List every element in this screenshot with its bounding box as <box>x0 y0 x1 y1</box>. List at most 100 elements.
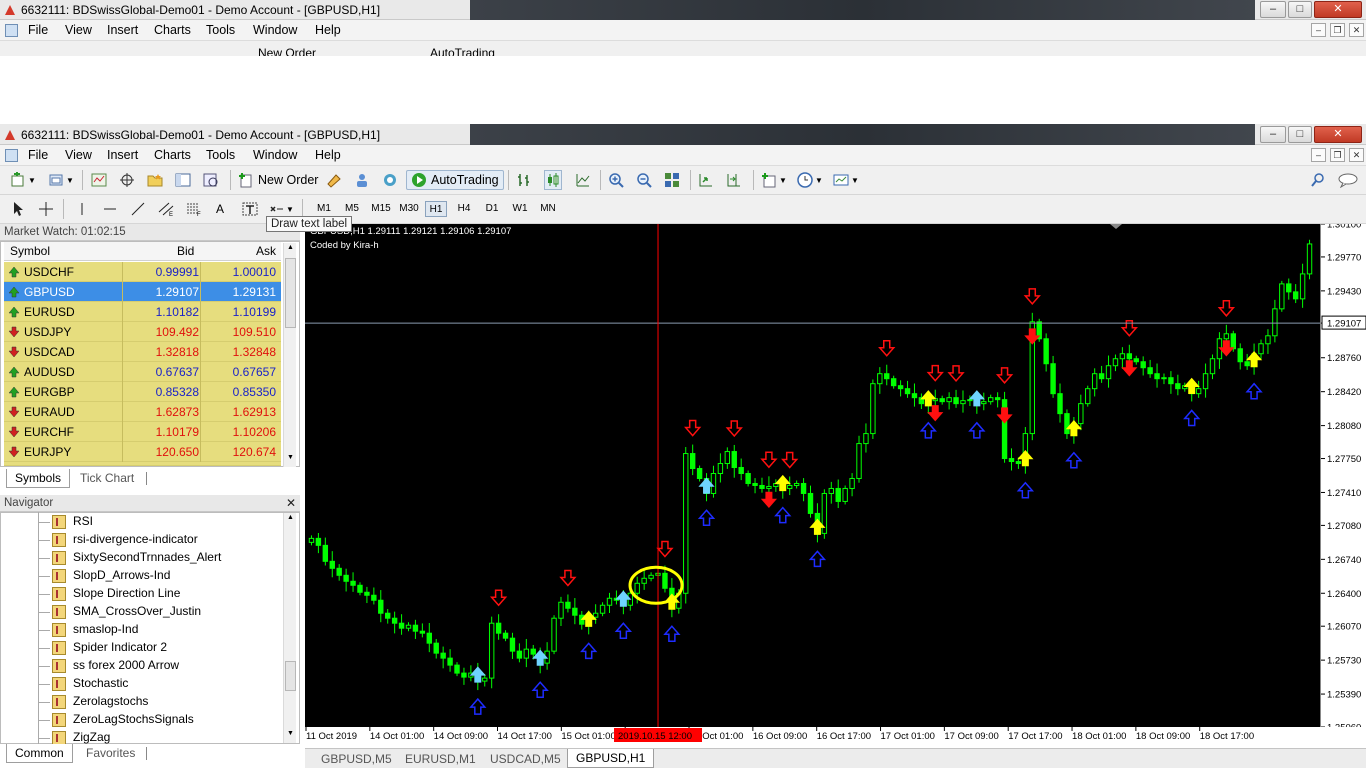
market-watch-scrollbar[interactable]: ▲ ▼ <box>283 243 296 467</box>
navigator-button[interactable] <box>147 170 163 190</box>
menu-insert[interactable]: Insert <box>107 23 138 37</box>
search-button[interactable] <box>1310 170 1326 190</box>
chart-shift-marker[interactable] <box>1110 224 1122 229</box>
timeframe-mn[interactable]: MN <box>537 201 559 217</box>
mdi-minimize-button[interactable]: – <box>1311 23 1326 37</box>
auto-trading-button[interactable]: AutoTrading <box>406 170 504 190</box>
market-row-eurchf[interactable]: EURCHF 1.10179 1.10206 <box>4 422 281 442</box>
tab-favorites[interactable]: Favorites <box>78 744 143 763</box>
scroll-up-arrow[interactable]: ▲ <box>285 244 296 256</box>
market-row-eurjpy[interactable]: EURJPY 120.650 120.674 <box>4 442 281 462</box>
market-row-audusd[interactable]: AUDUSD 0.67637 0.67657 <box>4 362 281 382</box>
menu-window[interactable]: Window <box>253 148 297 162</box>
navigator-close-icon[interactable]: ✕ <box>286 496 296 510</box>
menu-tools[interactable]: Tools <box>206 23 235 37</box>
timeframe-m5[interactable]: M5 <box>341 201 363 217</box>
tab-common[interactable]: Common <box>6 744 73 763</box>
data-window-button[interactable] <box>119 170 135 190</box>
chart-tab-gbpusd-h1[interactable]: GBPUSD,H1 <box>567 749 655 768</box>
menu-view[interactable]: View <box>65 148 92 162</box>
menu-insert[interactable]: Insert <box>107 148 138 162</box>
chart-shift-button[interactable] <box>726 170 742 190</box>
close-button[interactable]: ✕ <box>1314 126 1362 143</box>
market-row-usdcad[interactable]: USDCAD 1.32818 1.32848 <box>4 342 281 362</box>
menu-help[interactable]: Help <box>315 148 341 162</box>
chart-tab-usdcad-m5[interactable]: USDCAD,M5 <box>482 750 569 768</box>
equidistant-channel-button[interactable]: E <box>158 199 174 219</box>
mdi-minimize-button[interactable]: – <box>1311 148 1326 162</box>
price-chart[interactable]: GBPUSD,H1 1.29111 1.29121 1.29106 1.2910… <box>305 224 1320 727</box>
strategy-tester-button[interactable] <box>203 170 219 190</box>
timeframe-h1[interactable]: H1 <box>425 201 447 217</box>
column-bid[interactable]: Bid <box>177 244 194 258</box>
menu-help[interactable]: Help <box>315 23 341 37</box>
minimize-button[interactable]: – <box>1260 126 1286 143</box>
profiles-button[interactable]: ▼ <box>48 170 74 190</box>
zoom-out-button[interactable] <box>636 170 652 190</box>
menu-view[interactable]: View <box>65 23 92 37</box>
scroll-up-arrow[interactable]: ▲ <box>285 514 296 526</box>
menu-charts[interactable]: Charts <box>154 23 191 37</box>
terminal-button[interactable] <box>175 170 191 190</box>
menu-file[interactable]: File <box>28 23 48 37</box>
scroll-down-arrow[interactable]: ▼ <box>285 454 296 466</box>
tile-windows-button[interactable] <box>664 170 680 190</box>
timeframe-d1[interactable]: D1 <box>481 201 503 217</box>
column-ask[interactable]: Ask <box>256 244 276 258</box>
tab-symbols[interactable]: Symbols <box>6 469 71 488</box>
timeframe-w1[interactable]: W1 <box>509 201 531 217</box>
chart-tab-gbpusd-m5[interactable]: GBPUSD,M5 <box>313 750 400 768</box>
navigator-scrollbar[interactable]: ▲ ▼ <box>283 513 296 743</box>
market-row-usdchf[interactable]: USDCHF 0.99991 1.00010 <box>4 262 281 282</box>
menu-window[interactable]: Window <box>253 23 297 37</box>
indicators-button[interactable]: ▼ <box>761 170 787 190</box>
menu-file[interactable]: File <box>28 148 48 162</box>
market-row-eurusd[interactable]: EURUSD 1.10182 1.10199 <box>4 302 281 322</box>
scrollbar-thumb[interactable] <box>285 661 296 691</box>
market-button[interactable] <box>382 170 398 190</box>
scroll-down-arrow[interactable]: ▼ <box>285 730 296 742</box>
mdi-restore-button[interactable]: ❐ <box>1330 23 1345 37</box>
fibonacci-button[interactable]: F <box>186 199 202 219</box>
maximize-button[interactable]: □ <box>1288 1 1312 18</box>
timeframe-m30[interactable]: M30 <box>397 201 421 217</box>
tab-tick-chart[interactable]: Tick Chart <box>72 469 142 488</box>
timeframe-m15[interactable]: M15 <box>369 201 393 217</box>
periods-button[interactable]: ▼ <box>797 170 823 190</box>
crosshair-tool-button[interactable] <box>38 199 54 219</box>
column-symbol[interactable]: Symbol <box>10 244 50 258</box>
chart-canvas[interactable] <box>305 224 1320 727</box>
market-row-gbpusd[interactable]: GBPUSD 1.29107 1.29131 <box>4 282 281 302</box>
horizontal-line-button[interactable] <box>102 199 118 219</box>
candlestick-button[interactable] <box>544 170 562 190</box>
text-tool-button[interactable]: A <box>216 199 224 219</box>
zoom-in-button[interactable] <box>608 170 624 190</box>
bar-chart-button[interactable] <box>516 170 532 190</box>
market-row-eurgbp[interactable]: EURGBP 0.85328 0.85350 <box>4 382 281 402</box>
scrollbar-thumb[interactable] <box>285 258 296 328</box>
metaeditor-button[interactable] <box>326 170 342 190</box>
signals-button[interactable] <box>354 170 370 190</box>
menu-tools[interactable]: Tools <box>206 148 235 162</box>
menu-charts[interactable]: Charts <box>154 148 191 162</box>
trendline-button[interactable] <box>130 199 146 219</box>
autoscroll-button[interactable] <box>698 170 714 190</box>
maximize-button[interactable]: □ <box>1288 126 1312 143</box>
text-label-button[interactable] <box>242 199 258 219</box>
chat-button[interactable] <box>1338 170 1358 190</box>
market-watch-button[interactable] <box>91 170 107 190</box>
cursor-button[interactable] <box>10 199 26 219</box>
market-row-usdjpy[interactable]: USDJPY 109.492 109.510 <box>4 322 281 342</box>
mdi-close-button[interactable]: ✕ <box>1349 148 1364 162</box>
new-order-button[interactable]: New Order <box>238 170 318 190</box>
market-row-euraud[interactable]: EURAUD 1.62873 1.62913 <box>4 402 281 422</box>
line-chart-button[interactable] <box>575 170 591 190</box>
close-button[interactable]: ✕ <box>1314 1 1362 18</box>
timeframe-h4[interactable]: H4 <box>453 201 475 217</box>
mdi-close-button[interactable]: ✕ <box>1349 23 1364 37</box>
chart-tab-eurusd-m1[interactable]: EURUSD,M1 <box>397 750 484 768</box>
new-chart-button[interactable]: ▼ <box>10 170 36 190</box>
minimize-button[interactable]: – <box>1260 1 1286 18</box>
mdi-restore-button[interactable]: ❐ <box>1330 148 1345 162</box>
vertical-line-button[interactable] <box>74 199 90 219</box>
